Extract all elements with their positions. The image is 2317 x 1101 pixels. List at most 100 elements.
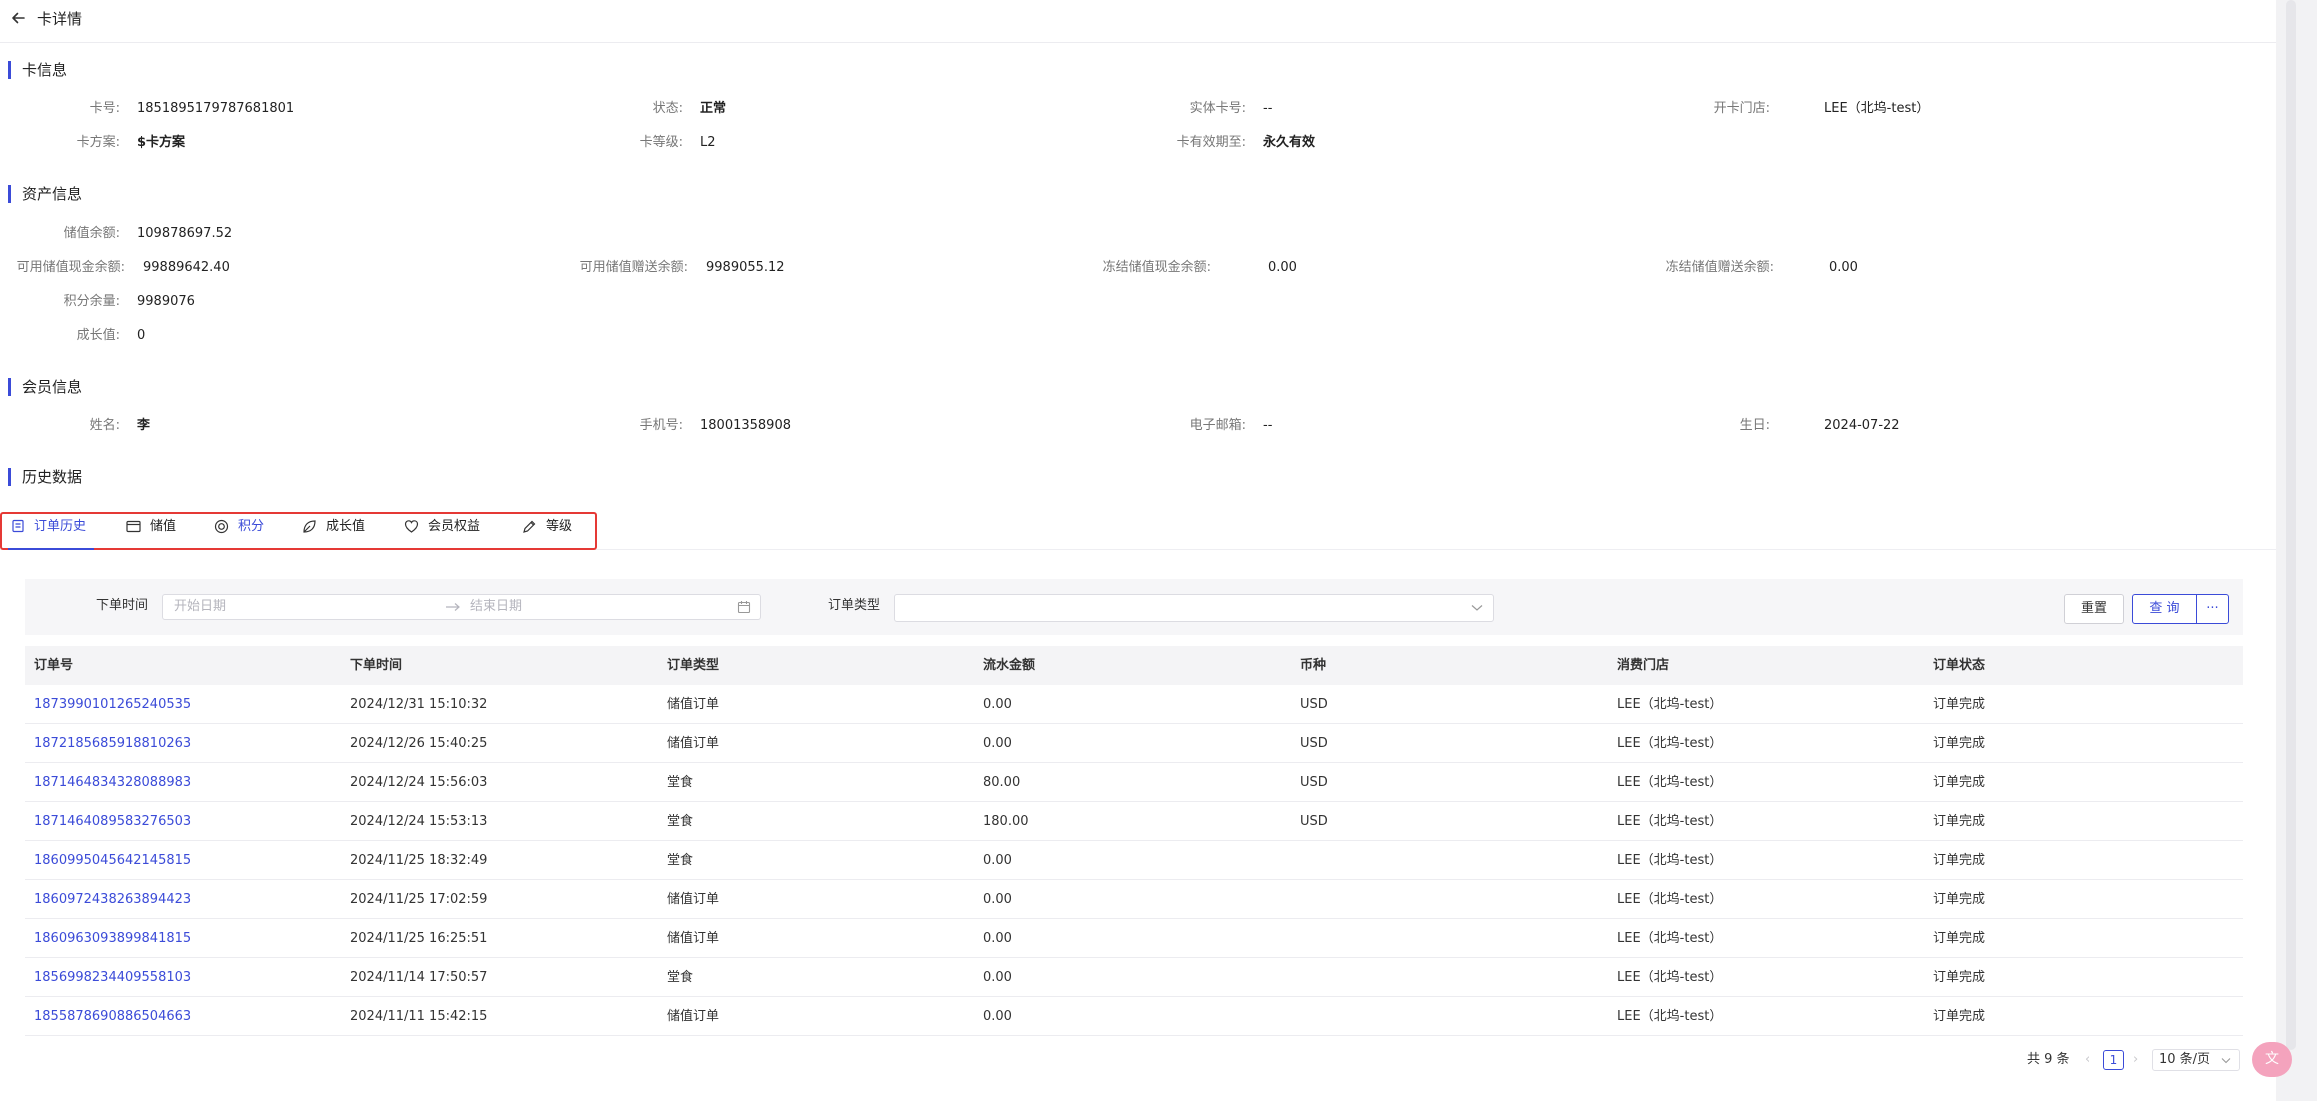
tab-label: 等级 [546,519,573,534]
gift-balance-value: 9989055.12 [706,260,785,275]
tab-label: 会员权益 [428,519,481,534]
tab-order-history[interactable]: 订单历史 [11,518,86,548]
order-time-cell: 2024/11/14 17:50:57 [350,970,488,985]
translate-icon[interactable]: 文 [2252,1042,2292,1077]
currency-cell: USD [1300,736,1328,751]
store-cell: LEE（北坞-test） [1617,931,1723,946]
more-options-button[interactable]: ··· [2196,594,2229,624]
status-cell: 订单完成 [1933,814,1986,829]
section-title-card: 卡信息 [8,61,67,79]
vertical-scrollbar-track[interactable] [2276,0,2317,1101]
start-date-input[interactable]: 开始日期 [174,599,226,615]
order-number-link[interactable]: 1871464089583276503 [34,813,191,831]
order-type-cell: 堂食 [667,970,694,985]
currency-cell: USD [1300,814,1328,829]
card-expiry-value: 永久有效 [1263,135,1316,150]
pagination-total: 共 9 条 [2027,1052,2070,1067]
points-label: 积分余量: [63,294,120,309]
order-time-cell: 2024/11/25 18:32:49 [350,853,488,868]
store-cell: LEE（北坞-test） [1617,892,1723,907]
cash-balance-value: 99889642.40 [143,260,230,275]
order-time-cell: 2024/12/31 15:10:32 [350,697,488,712]
order-type-label: 订单类型 [828,598,881,613]
member-phone-value: 18001358908 [700,418,791,433]
status-cell: 订单完成 [1933,931,1986,946]
order-number-link[interactable]: 1871464834328088983 [34,774,191,792]
status-cell: 订单完成 [1933,892,1986,907]
wallet-icon [126,520,141,533]
table-row: 1860995045642145815 2024/11/25 18:32:49 … [25,841,2243,880]
tab-points[interactable]: 积分 [214,518,264,548]
status-cell: 订单完成 [1933,1009,1986,1024]
end-date-input[interactable]: 结束日期 [470,599,522,615]
next-page-icon[interactable]: › [2133,1050,2138,1070]
amount-cell: 0.00 [983,853,1012,868]
order-type-cell: 储值订单 [667,697,720,712]
frozen-cash-label: 冻结储值现金余额: [1102,260,1211,275]
order-time-cell: 2024/12/24 15:56:03 [350,775,488,790]
currency-cell: USD [1300,775,1328,790]
tab-member-benefits[interactable]: 会员权益 [404,518,480,548]
order-type-select[interactable] [894,594,1494,622]
prev-page-icon[interactable]: ‹ [2085,1050,2090,1070]
table-row: 1856998234409558103 2024/11/14 17:50:57 … [25,958,2243,997]
column-header: 币种 [1300,658,1327,673]
card-plan-label: 卡方案: [76,135,120,150]
active-tab-underline [8,548,94,550]
reset-button[interactable]: 重置 [2064,594,2124,624]
page-title: 卡详情 [37,10,83,28]
table-row: 1873990101265240535 2024/12/31 15:10:32 … [25,685,2243,724]
gift-icon [404,520,419,533]
card-no-value: 1851895179787681801 [137,101,295,116]
status-cell: 订单完成 [1933,697,1986,712]
column-header: 流水金额 [983,658,1036,673]
column-header: 订单状态 [1933,658,1986,673]
store-cell: LEE（北坞-test） [1617,775,1723,790]
amount-cell: 0.00 [983,931,1012,946]
tab-label: 成长值 [326,519,366,534]
order-time-cell: 2024/11/25 17:02:59 [350,892,488,907]
physical-card-label: 实体卡号: [1189,101,1246,116]
section-title-history: 历史数据 [8,468,82,486]
tab-growth[interactable]: 成长值 [302,518,365,548]
order-number-link[interactable]: 1860995045642145815 [34,852,191,870]
tabs-highlight-box [0,512,597,550]
member-name-label: 姓名: [89,418,120,433]
vertical-scrollbar-thumb[interactable] [2286,0,2296,1050]
date-range-picker[interactable]: 开始日期 结束日期 [162,594,761,620]
order-time-label: 下单时间 [96,598,149,613]
tab-level[interactable]: 等级 [522,518,572,548]
order-time-cell: 2024/11/11 15:42:15 [350,1009,488,1024]
amount-cell: 0.00 [983,697,1012,712]
order-number-link[interactable]: 1872185685918810263 [34,735,191,753]
tab-stored-value[interactable]: 储值 [126,518,176,548]
page-size-select[interactable]: 10 条/页 [2152,1049,2240,1071]
member-name-value: 李 [137,418,151,433]
amount-cell: 80.00 [983,775,1021,790]
order-time-cell: 2024/11/25 16:25:51 [350,931,488,946]
page-size-value: 10 条/页 [2159,1052,2211,1067]
order-number-link[interactable]: 1873990101265240535 [34,696,191,714]
card-level-value: L2 [700,135,716,150]
order-type-cell: 堂食 [667,775,694,790]
tab-label: 储值 [150,519,177,534]
card-no-label: 卡号: [89,101,120,116]
card-detail-page: 卡详情 卡信息 卡号: 1851895179787681801 状态: 正常 实… [0,0,2276,1101]
table-row: 1871464834328088983 2024/12/24 15:56:03 … [25,763,2243,802]
amount-cell: 0.00 [983,892,1012,907]
query-button[interactable]: 查 询 [2132,594,2197,624]
order-number-link[interactable]: 1856998234409558103 [34,969,191,987]
store-cell: LEE（北坞-test） [1617,970,1723,985]
order-type-cell: 储值订单 [667,931,720,946]
order-number-link[interactable]: 1855878690886504663 [34,1008,191,1026]
store-cell: LEE（北坞-test） [1617,697,1723,712]
amount-cell: 0.00 [983,970,1012,985]
amount-cell: 0.00 [983,1009,1012,1024]
order-number-link[interactable]: 1860963093899841815 [34,930,191,948]
back-arrow-icon[interactable] [9,9,27,27]
order-number-link[interactable]: 1860972438263894423 [34,891,191,909]
table-row: 1860972438263894423 2024/11/25 17:02:59 … [25,880,2243,919]
page-number-current[interactable]: 1 [2103,1050,2124,1070]
open-store-value: LEE（北坞-test） [1824,101,1930,116]
tab-label: 订单历史 [34,519,87,534]
